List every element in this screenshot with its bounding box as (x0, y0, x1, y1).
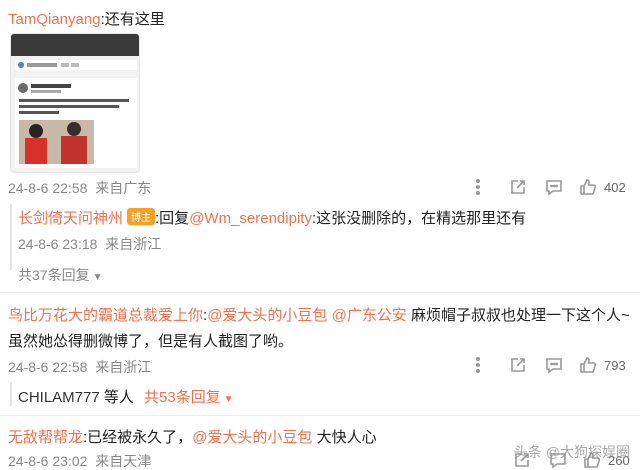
watermark: 头条 @大狗探娱圈 (513, 444, 630, 460)
comment-icon[interactable] (544, 355, 564, 375)
reply-mention[interactable]: @Wm_serendipity (189, 210, 312, 227)
divider (0, 415, 640, 416)
comment-2-mention-1[interactable]: @爱大头的小豆包 (207, 307, 327, 324)
chevron-down-icon: ▼ (223, 394, 234, 405)
comment-1-time: 24-8-6 22:58 (8, 180, 88, 196)
comment-2-text-2: 虽然她怂得删微博了，但是有人截图了哟。 (8, 333, 294, 350)
reply-thread-bar (10, 382, 12, 406)
comment-1-actions: 402 (468, 177, 626, 197)
comment-1-more-replies-link[interactable]: 共37条回复 ▼ (18, 265, 102, 285)
comment-2-replies-summary: CHILAM777 等人 共53条回复 ▼ (18, 386, 234, 407)
reply-text: :这张没删除的，在精选那里还有 (311, 210, 527, 227)
comment-2-more-replies-label: 共53条回复 (144, 389, 221, 406)
comment-2-text-1: 麻烦帽子叔叔也处理一下这个人~ (406, 307, 630, 324)
comment-3-mention[interactable]: @爱大头的小豆包 (192, 429, 312, 446)
reply-time: 24-8-6 23:18 (18, 236, 98, 252)
comment-1-meta: 24-8-6 22:58 来自广东 (8, 178, 151, 198)
reply-source: 来自浙江 (105, 236, 162, 252)
reply-meta: 24-8-6 23:18 来自浙江 (18, 234, 161, 254)
comment-2-actions: 793 (468, 355, 626, 375)
comment-1-username[interactable]: TamQianyang (8, 11, 101, 28)
comment-2-replier-suffix: 等人 (99, 389, 134, 406)
comment-2-mention-2[interactable]: @广东公安 (332, 307, 407, 324)
more-icon[interactable] (468, 355, 488, 375)
comment-1-text: :还有这里 (100, 11, 165, 28)
comment-1-source: 来自广东 (95, 180, 152, 196)
reply-username[interactable]: 长剑倚天问神州 (18, 210, 123, 227)
comment-3-text-1: :已经被永久了， (83, 429, 193, 446)
comment-3-meta: 24-8-6 23:02 来自天津 (8, 451, 151, 470)
comment-2-line-1: 鸟比万花大的霸道总裁爱上你:@爱大头的小豆包 @广东公安 麻烦帽子叔叔也处理一下… (8, 304, 630, 325)
chevron-down-icon: ▼ (92, 272, 103, 283)
more-icon[interactable] (468, 177, 488, 197)
comment-1-line: TamQianyang:还有这里 (8, 8, 165, 29)
reply-thread-bar (10, 204, 12, 270)
comment-icon[interactable] (544, 177, 564, 197)
comment-2-like-count: 793 (604, 357, 626, 373)
comment-1-like-count: 402 (604, 179, 626, 195)
blogger-badge: 博主 (127, 208, 156, 225)
comment-1-screenshot-image[interactable] (10, 33, 140, 173)
comment-2-source: 来自浙江 (95, 359, 152, 375)
comment-2-username[interactable]: 鸟比万花大的霸道总裁爱上你 (8, 307, 203, 324)
share-icon[interactable] (508, 177, 528, 197)
reply-prefix: :回复 (155, 210, 190, 227)
comment-2-meta: 24-8-6 22:58 来自浙江 (8, 357, 151, 377)
like-icon[interactable] (578, 355, 598, 375)
comment-2-time: 24-8-6 22:58 (8, 359, 88, 375)
like-icon[interactable] (578, 177, 598, 197)
comment-3-username[interactable]: 无敌帮帮龙 (8, 429, 83, 446)
comment-2-more-replies-link[interactable]: 共53条回复 ▼ (144, 389, 234, 406)
comment-2-line-2: 虽然她怂得删微博了，但是有人截图了哟。 (8, 330, 293, 351)
comment-3-text-2: 大快人心 (312, 429, 377, 446)
comment-3-source: 来自天津 (95, 453, 152, 469)
comment-2-replier[interactable]: CHILAM777 (18, 389, 100, 406)
divider (0, 292, 640, 293)
comment-1-reply: 长剑倚天问神州 博主:回复@Wm_serendipity:这张没删除的，在精选那里… (18, 207, 526, 228)
comment-1-more-replies-label: 共37条回复 (18, 267, 90, 283)
comment-3-time: 24-8-6 23:02 (8, 453, 88, 469)
share-icon[interactable] (508, 355, 528, 375)
comment-3-line: 无敌帮帮龙:已经被永久了，@爱大头的小豆包 大快人心 (8, 426, 377, 447)
